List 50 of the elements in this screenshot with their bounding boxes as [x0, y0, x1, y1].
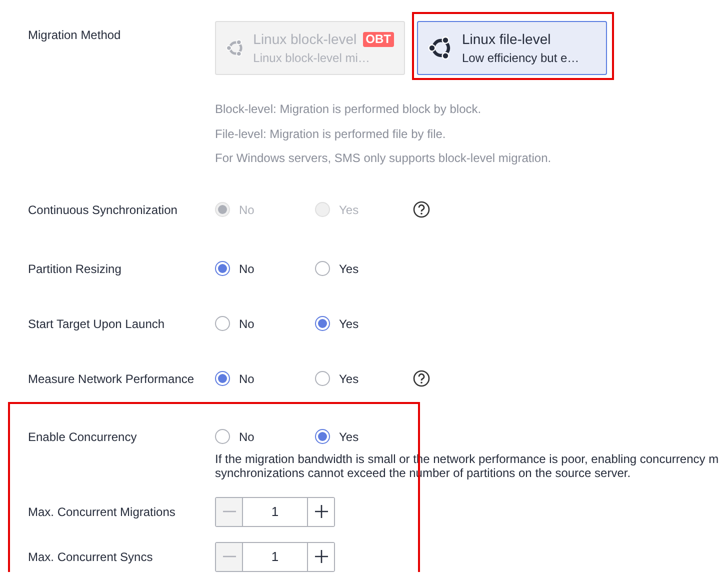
option-subtitle: Low efficiency but e… — [462, 51, 580, 65]
radio-button[interactable] — [215, 316, 230, 331]
number-stepper[interactable]: 1 — [215, 496, 335, 526]
migration-option-card[interactable]: Linux file-level Low efficiency but e… — [417, 21, 607, 75]
radio-label: Yes — [339, 262, 359, 276]
radio-label: Yes — [339, 202, 359, 216]
radio-button[interactable] — [315, 261, 330, 276]
radio-label: No — [239, 202, 254, 216]
radio-button[interactable] — [315, 371, 330, 386]
radio-button[interactable] — [315, 316, 330, 331]
field-label: Start Target Upon Launch — [28, 316, 166, 330]
radio-option[interactable]: No — [215, 316, 315, 331]
stepper-value: 1 — [270, 548, 280, 566]
option-title: Linux file-level — [462, 31, 551, 47]
plus-icon[interactable] — [314, 505, 328, 518]
field-label: Continuous Synchronization — [28, 202, 178, 216]
plus-icon[interactable] — [314, 550, 328, 563]
field-label: Max. Concurrent Syncs — [28, 550, 154, 564]
radio-option[interactable]: Yes — [315, 429, 415, 444]
hint-text: File-level: Migration is performed file by file. — [215, 126, 447, 142]
option-subtitle: Linux block-level mi… — [253, 51, 371, 65]
radio-option[interactable]: Yes — [315, 316, 415, 331]
radio-button[interactable] — [215, 429, 230, 444]
radio-option[interactable]: Yes — [315, 371, 415, 386]
field-label: Migration Method — [28, 27, 122, 44]
radio-button[interactable] — [315, 429, 330, 444]
radio-option[interactable]: Yes — [315, 261, 415, 276]
radio-label: No — [239, 262, 254, 276]
field-label: Partition Resizing — [28, 262, 122, 276]
radio-option[interactable]: No — [215, 429, 315, 444]
radio-label: Yes — [339, 430, 359, 444]
radio-label: No — [239, 316, 254, 330]
hint-text: For Windows servers, SMS only supports block-level migration. — [215, 150, 552, 167]
obt-badge: OBT — [362, 32, 394, 46]
field-label: Max. Concurrent Migrations — [28, 504, 176, 518]
help-icon[interactable] — [413, 370, 430, 387]
hint-text: Block-level: Migration is performed block by block. — [215, 101, 482, 118]
option-title: Linux block-level — [253, 31, 357, 47]
radio-option[interactable]: No — [215, 261, 315, 276]
radio-label: No — [239, 372, 254, 386]
radio-button[interactable] — [215, 261, 230, 276]
radio-option[interactable]: No — [215, 371, 315, 386]
radio-button[interactable] — [215, 371, 230, 386]
field-label: Measure Network Performance — [28, 372, 196, 386]
stepper-value: 1 — [270, 503, 280, 521]
radio-label: No — [239, 430, 254, 444]
radio-label: Yes — [339, 372, 359, 386]
radio-label: Yes — [339, 316, 359, 330]
number-stepper[interactable]: 1 — [215, 542, 335, 572]
field-label: Enable Concurrency — [28, 430, 138, 444]
